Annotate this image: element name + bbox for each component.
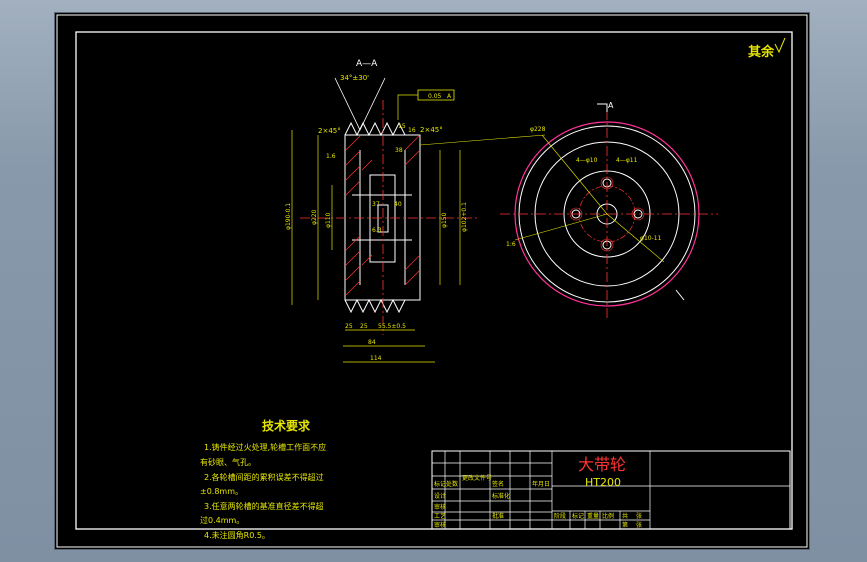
dim-16: 16	[408, 127, 416, 134]
side-dim-phi: φ228	[530, 126, 546, 133]
tb-col-4: 年月日	[532, 480, 550, 488]
dim-phi-right-b: φ102+0.1	[461, 202, 468, 232]
inner-frame	[75, 31, 793, 530]
tech-req-title: 技术要求	[262, 418, 311, 433]
dim-38: 38	[395, 147, 403, 154]
tb-col-3: 签名	[492, 480, 504, 488]
side-dim-4phi2: 4—φ11	[616, 157, 638, 164]
dim-25: 25	[345, 323, 353, 330]
dim-phi-110: φ110	[325, 212, 332, 228]
dim-55: 55.5±0.5	[378, 323, 406, 330]
tb-mid-0: 标准化	[492, 492, 510, 500]
dim-40: 40	[394, 201, 402, 208]
side-dim-r: 1:6	[506, 241, 516, 248]
tb-sheet-2: 第	[622, 521, 628, 529]
tb-col-2: 更改文件号	[462, 474, 492, 482]
dim-25b: 25	[360, 323, 368, 330]
dim-114: 114	[370, 355, 382, 362]
drawing-sheet: 其余 A—A 34°±30' 0.05 A 2×45° 2×45° 16 38 …	[55, 13, 809, 549]
dim-tol-box: 0.05	[428, 93, 442, 100]
dim-r-small: 1.6	[326, 153, 336, 160]
side-view: A φ228 4—φ10 4—φ11 φ10-11 1:6	[500, 101, 718, 318]
dim-tol-ref: A	[447, 93, 452, 100]
roughness-symbol-icon	[774, 37, 786, 54]
tech-req-line1b: 有砂眼、气孔。	[200, 457, 256, 467]
dim-phi-220: φ220	[311, 209, 318, 225]
tb-row-5: 审核	[434, 521, 446, 529]
tb-stage-3: 比例	[602, 512, 614, 520]
tb-mid-1: 批准	[492, 512, 504, 520]
title-block: 大带轮 HT200 标记 设计 审核 工艺 审核 处数 更改文件号 签名 年月日…	[431, 450, 791, 530]
tb-row-2: 审核	[434, 503, 446, 511]
view-marker-a: A	[608, 101, 614, 110]
roughness-note: 其余	[748, 44, 775, 60]
dim-15: 15	[398, 123, 406, 130]
tech-req-line2b: ±0.8mm。	[200, 487, 243, 496]
dim-chamfer-left: 2×45°	[318, 127, 341, 135]
part-name: 大带轮	[578, 455, 626, 474]
dim-phi-right-a: φ150	[441, 212, 448, 228]
dim-37: 37	[372, 201, 380, 208]
section-label: A—A	[356, 59, 378, 69]
tech-req-line3b: 过0.4mm。	[200, 515, 244, 525]
tb-stage-0: 阶段	[554, 512, 566, 520]
tb-row-1: 设计	[434, 492, 446, 500]
tech-req-line2: 2.各轮槽间距的累积误差不得超过	[204, 472, 324, 482]
tb-sheet-1: 张	[636, 512, 642, 520]
tb-stage-2: 重量	[587, 512, 599, 520]
drawing-canvas: 其余 A—A 34°±30' 0.05 A 2×45° 2×45° 16 38 …	[56, 14, 808, 548]
dim-chamfer-right: 2×45°	[420, 126, 443, 134]
tech-req-line3: 3.任意两轮槽的基准直径差不得超	[204, 501, 324, 511]
dim-angle-top: 34°±30'	[340, 74, 369, 82]
tb-row-0: 标记	[434, 480, 446, 488]
tb-sheet-0: 共	[622, 512, 628, 520]
tech-req-line4: 4.未注圆角R0.5。	[204, 530, 270, 540]
side-dim-4phi: 4—φ10	[576, 157, 598, 164]
tech-requirements: 技术要求 1.铸件经过火处理,轮槽工作面不应 有砂眼、气孔。 2.各轮槽间距的累…	[200, 418, 326, 540]
dim-phi-left: φ190-0.1	[285, 203, 292, 230]
material: HT200	[585, 476, 621, 489]
side-dim-phi-c: φ10-11	[640, 235, 662, 242]
section-view: A—A 34°±30' 0.05 A 2×45° 2×45° 16 38 1.6…	[285, 59, 546, 363]
tb-sheet-3: 张	[636, 521, 642, 529]
dim-84: 84	[368, 339, 376, 346]
dim-r-small2: 6.3	[372, 227, 382, 234]
cad-viewport[interactable]: 其余 A—A 34°±30' 0.05 A 2×45° 2×45° 16 38 …	[0, 0, 867, 562]
tb-stage-1: 标记	[572, 512, 584, 520]
tech-req-line1: 1.铸件经过火处理,轮槽工作面不应	[204, 442, 326, 452]
tb-row-3: 工艺	[434, 512, 446, 520]
tb-col-0: 处数	[446, 480, 458, 488]
